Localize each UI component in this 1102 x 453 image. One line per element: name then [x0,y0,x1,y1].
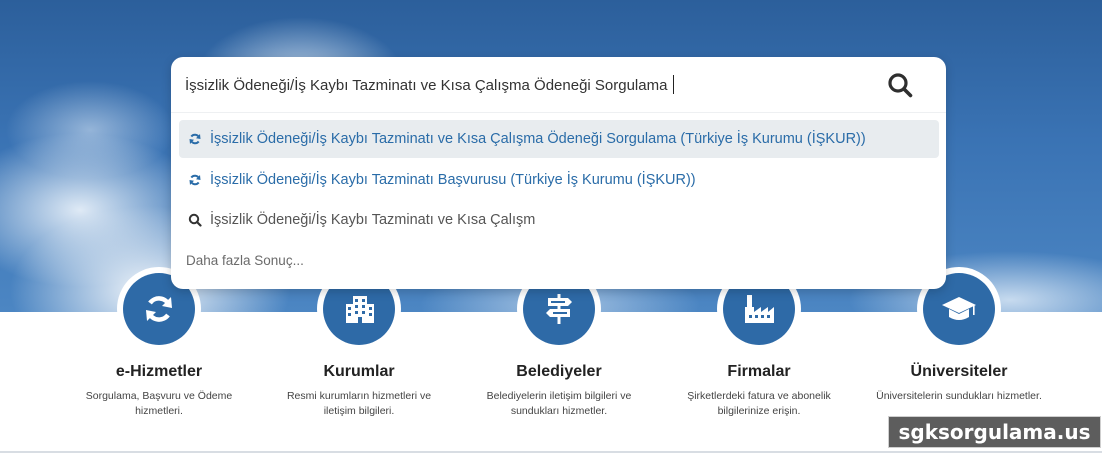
search-button[interactable] [883,69,917,101]
category-title: Firmalar [727,363,791,380]
suggestion-text: İşsizlik Ödeneği/İş Kaybı Tazminatı ve K… [210,212,536,228]
search-input[interactable] [185,71,875,99]
category-belediyeler[interactable]: Belediyeler Belediyelerin iletişim bilgi… [469,267,649,419]
category-kurumlar[interactable]: Kurumlar Resmi kurumların hizmetleri ve … [269,267,449,419]
search-icon [888,73,913,98]
category-title: Kurumlar [323,363,395,380]
category-description: Resmi kurumların hizmetleri ve iletişim … [286,390,432,417]
category-title: Üniversiteler [910,363,1008,380]
text-caret [673,75,674,94]
suggestion-item[interactable]: İşsizlik Ödeneği/İş Kaybı Tazminatı ve K… [179,201,939,239]
category-description: Belediyelerin iletişim bilgileri ve sund… [486,390,632,417]
suggestion-text: İşsizlik Ödeneği/İş Kaybı Tazminatı ve K… [210,131,866,147]
category-title: Belediyeler [516,363,602,380]
search-icon [187,212,203,228]
refresh-icon [187,172,203,188]
watermark: sgksorgulama.us [888,416,1101,448]
suggestion-item[interactable]: İşsizlik Ödeneği/İş Kaybı Tazminatı Başv… [179,161,939,199]
search-bar [171,57,946,113]
more-results-link[interactable]: Daha fazla Sonuç... [186,253,304,268]
category-description: Şirketlerdeki fatura ve abonelik bilgile… [687,390,831,417]
category-e-hizmetler[interactable]: e-Hizmetler Sorgulama, Başvuru ve Ödeme … [69,267,249,419]
suggestion-text: İşsizlik Ödeneği/İş Kaybı Tazminatı Başv… [210,172,696,188]
category-title: e-Hizmetler [115,363,203,380]
refresh-icon [187,131,203,147]
divider [171,112,946,113]
search-panel: İşsizlik Ödeneği/İş Kaybı Tazminatı ve K… [171,57,946,289]
category-description: Üniversitelerin sundukları hizmetler. [876,390,1042,402]
category-description: Sorgulama, Başvuru ve Ödeme hizmetleri. [85,390,233,417]
suggestion-item[interactable]: İşsizlik Ödeneği/İş Kaybı Tazminatı ve K… [179,120,939,158]
category-firmalar[interactable]: Firmalar Şirketlerdeki fatura ve aboneli… [669,267,849,419]
